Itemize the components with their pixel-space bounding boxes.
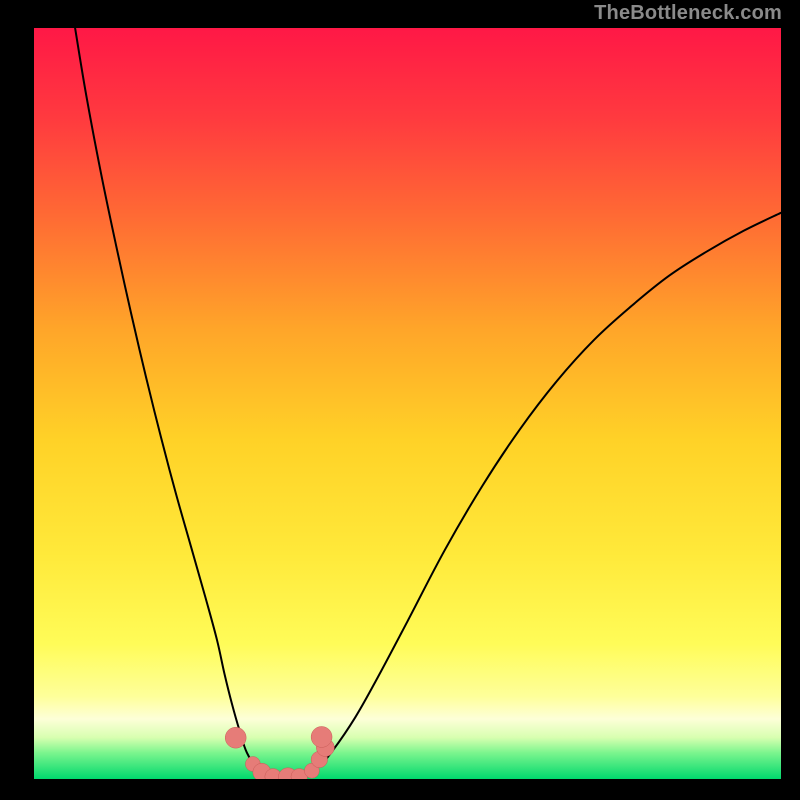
gradient-background: [34, 28, 781, 779]
watermark-label: TheBottleneck.com: [594, 2, 782, 25]
data-marker: [311, 726, 332, 747]
data-marker: [225, 727, 246, 748]
chart-frame: TheBottleneck.com: [0, 0, 800, 800]
plot-svg: [34, 28, 781, 779]
plot-area: [34, 28, 781, 779]
